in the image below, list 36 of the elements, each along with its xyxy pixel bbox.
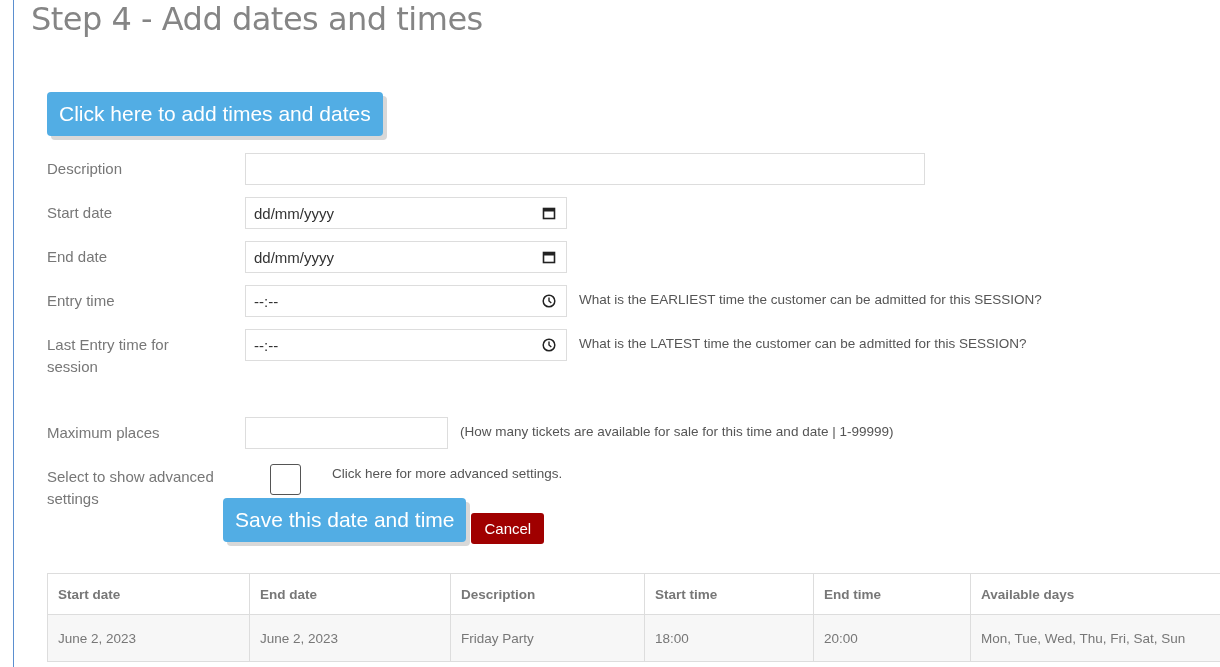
- field-label: Last Entry time for session: [47, 335, 170, 377]
- date-field[interactable]: dd/mm/yyyy: [245, 197, 567, 229]
- table-cell: Friday Party: [450, 614, 645, 662]
- clock-icon: [542, 294, 556, 308]
- table-cell: 20:00: [813, 614, 971, 662]
- field-label: Description: [47, 159, 124, 179]
- time-field[interactable]: --:--: [245, 329, 567, 361]
- field-label: Maximum places: [47, 423, 161, 443]
- column-header: End date: [249, 573, 451, 615]
- field-hint: What is the EARLIEST time the customer can be admitted for this SESSION?: [579, 291, 1042, 307]
- calendar-icon: [542, 250, 556, 264]
- input-field[interactable]: [245, 153, 925, 185]
- calendar-icon: [542, 206, 556, 220]
- advanced-settings-checkbox[interactable]: [270, 464, 301, 495]
- field-label: Start date: [47, 203, 114, 223]
- table-cell: 18:00: [644, 614, 814, 662]
- cancel-button[interactable]: Cancel: [471, 513, 545, 544]
- column-header: Available days: [970, 573, 1220, 615]
- clock-icon: [542, 338, 556, 352]
- field-hint: What is the LATEST time the customer can be admitted for this SESSION?: [579, 335, 1027, 351]
- page-title: Step 4 - Add dates and times: [31, 0, 483, 40]
- table-cell: June 2, 2023: [47, 614, 250, 662]
- column-header: Start time: [644, 573, 814, 615]
- column-header: Description: [450, 573, 645, 615]
- table-cell: Mon, Tue, Wed, Thu, Fri, Sat, Sun: [970, 614, 1220, 662]
- field-hint: (How many tickets are available for sale for this time and date | 1-99999): [460, 423, 894, 439]
- field-label: End date: [47, 247, 109, 267]
- table-cell: June 2, 2023: [249, 614, 451, 662]
- column-header: End time: [813, 573, 971, 615]
- date-field[interactable]: dd/mm/yyyy: [245, 241, 567, 273]
- field-label: Entry time: [47, 291, 116, 311]
- advanced-settings-hint: Click here for more advanced settings.: [332, 465, 563, 481]
- input-field[interactable]: [245, 417, 448, 449]
- time-field[interactable]: --:--: [245, 285, 567, 317]
- field-label: Select to show advanced settings: [47, 467, 215, 509]
- column-header: Start date: [47, 573, 250, 615]
